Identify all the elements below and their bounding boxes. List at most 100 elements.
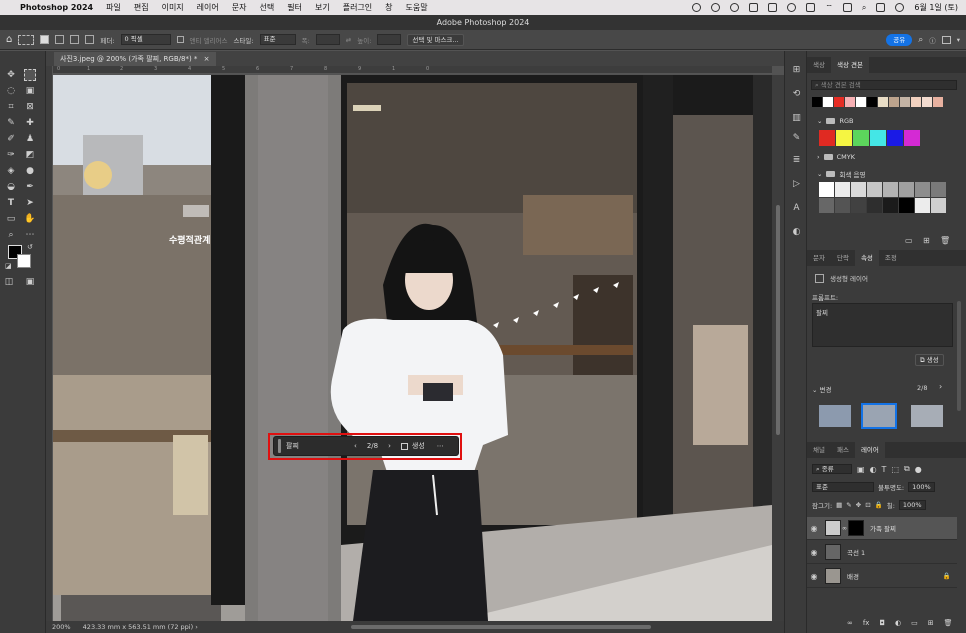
vertical-scroll-thumb[interactable]	[776, 205, 780, 435]
color-swatch[interactable]	[878, 97, 888, 107]
color-swatch[interactable]	[915, 182, 930, 197]
history-icon[interactable]: ⟲	[791, 89, 802, 100]
layer-row-selected[interactable]: ◉ ∞ 가족 팔찌	[807, 517, 957, 540]
color-swatch[interactable]	[835, 198, 850, 213]
history-brush-tool-icon[interactable]: ✑	[5, 149, 17, 161]
type-tool-icon[interactable]: T	[5, 197, 17, 209]
properties-scrollbar[interactable]	[957, 301, 961, 411]
color-swatch[interactable]	[887, 130, 903, 146]
swatch-group-gray[interactable]: ⌄ 회색 음영	[817, 169, 865, 179]
marquee-preset-icon[interactable]	[18, 34, 35, 45]
color-swatch[interactable]	[870, 130, 886, 146]
paint-bucket-tool-icon[interactable]: ◈	[5, 165, 17, 177]
lock-pixels-icon[interactable]: ✎	[846, 501, 851, 509]
eyedropper-tool-icon[interactable]: ✎	[5, 117, 17, 129]
tab-adjustments[interactable]: 조정	[879, 250, 903, 266]
menu-select[interactable]: 선택	[260, 2, 275, 13]
screen-icon[interactable]	[768, 3, 778, 12]
new-group-icon[interactable]: ▭	[905, 236, 913, 245]
clone-stamp-tool-icon[interactable]: ♟	[24, 133, 36, 145]
record-icon[interactable]	[692, 3, 702, 12]
swatches-search-input[interactable]: ⌕ 색상 견본 검색	[811, 80, 957, 90]
ctx-generate-button[interactable]: 생성	[412, 441, 425, 451]
swap-icon[interactable]: ⇄	[346, 36, 351, 44]
adjust-icon[interactable]: ≣	[791, 155, 802, 166]
select-and-mask-button[interactable]: 선택 및 마스크...	[407, 33, 464, 46]
variation-thumbnail-selected[interactable]	[861, 403, 897, 429]
antialias-checkbox[interactable]	[176, 36, 184, 43]
move-tool-icon[interactable]: ✥	[5, 69, 17, 81]
lasso-tool-icon[interactable]: ◌	[5, 85, 17, 97]
lock-all-icon[interactable]: 🔒	[875, 501, 883, 509]
quick-mask-icon[interactable]: ◫	[3, 276, 15, 288]
path-select-tool-icon[interactable]: ➤	[24, 197, 36, 209]
dodge-tool-icon[interactable]: ◒	[5, 181, 17, 193]
style-select[interactable]: 표준	[259, 34, 296, 45]
color-swatch[interactable]	[851, 182, 866, 197]
drag-handle[interactable]	[278, 439, 281, 453]
color-swatch[interactable]	[856, 97, 866, 107]
color-swatch[interactable]	[867, 182, 882, 197]
filter-toggle-icon[interactable]: ●	[915, 465, 922, 474]
zoom-level[interactable]: 200%	[52, 623, 71, 631]
swatch-group-rgb[interactable]: ⌄ RGB	[817, 117, 853, 125]
color-swatch[interactable]	[911, 97, 921, 107]
adjustment-layer-icon[interactable]: ◐	[895, 619, 901, 627]
visibility-eye-icon[interactable]: ◉	[807, 548, 821, 557]
input-source-icon[interactable]	[842, 3, 852, 12]
color-swatch[interactable]	[904, 130, 920, 146]
color-swatch[interactable]	[867, 97, 877, 107]
document-tab[interactable]: 사진3.jpeg @ 200% (가족 팔찌, RGB/8*) * ×	[54, 52, 216, 66]
color-swatch[interactable]	[819, 182, 834, 197]
variations-header[interactable]: ⌄ 변경	[812, 384, 831, 394]
next-variations-icon[interactable]: ›	[939, 382, 942, 391]
chat-icon[interactable]	[730, 3, 740, 12]
play-icon[interactable]	[787, 3, 797, 12]
rect-marquee-tool-icon[interactable]	[24, 69, 36, 81]
color-swatch[interactable]	[883, 198, 898, 213]
delete-layer-icon[interactable]: 🗑	[944, 619, 953, 627]
fx-icon[interactable]: fx	[863, 619, 870, 627]
prev-variation-icon[interactable]: ‹	[354, 442, 357, 450]
brush-settings-icon[interactable]: ✎	[791, 133, 802, 144]
siri-icon[interactable]	[895, 3, 905, 12]
default-colors-icon[interactable]: ◪	[5, 262, 12, 270]
actions-icon[interactable]: ▷	[791, 179, 802, 190]
histogram-icon[interactable]: ▥	[791, 113, 802, 124]
color-swatch[interactable]	[933, 97, 943, 107]
object-select-tool-icon[interactable]: ▣	[24, 85, 36, 97]
color-swatch[interactable]	[812, 97, 822, 107]
height-input[interactable]	[377, 34, 402, 45]
color-wheel-icon[interactable]: ◐	[791, 227, 802, 238]
subtract-selection-icon[interactable]	[70, 35, 80, 44]
swap-colors-icon[interactable]: ↺	[27, 243, 33, 251]
smart-filter-icon[interactable]: ⧉	[904, 464, 910, 474]
layer-row[interactable]: ◉ 곡선 1	[807, 541, 957, 564]
tab-layers[interactable]: 레이어	[854, 442, 885, 458]
prompt-textarea[interactable]: 팔찌	[812, 303, 953, 347]
menu-layer[interactable]: 레이어	[197, 2, 219, 13]
tab-channels[interactable]: 채널	[807, 442, 831, 458]
add-mask-icon[interactable]: ◘	[879, 619, 885, 627]
tab-swatches[interactable]: 색상 견본	[830, 57, 869, 73]
display-icon[interactable]	[749, 3, 759, 12]
crop-tool-icon[interactable]: ⌗	[5, 101, 17, 113]
generate-icon[interactable]	[400, 442, 408, 450]
add-selection-icon[interactable]	[55, 35, 65, 44]
menu-help[interactable]: 도움말	[406, 2, 428, 13]
horizontal-scroll-thumb[interactable]	[351, 625, 651, 629]
layer-kind-select[interactable]: ⌕ 종류	[812, 464, 852, 474]
document-canvas[interactable]: 수평적관계	[53, 75, 772, 621]
color-swatch[interactable]	[883, 182, 898, 197]
color-swatch[interactable]	[819, 130, 835, 146]
lock-transparent-icon[interactable]: ▦	[836, 501, 842, 509]
opacity-input[interactable]: 100%	[908, 482, 935, 492]
spotlight-icon[interactable]: ⌕	[862, 3, 866, 13]
menu-window[interactable]: 창	[385, 2, 392, 13]
menu-filter[interactable]: 필터	[287, 2, 302, 13]
new-selection-icon[interactable]	[40, 35, 50, 44]
new-group-icon[interactable]: ▭	[911, 619, 918, 627]
zoom-tool-icon[interactable]: ⌕	[5, 229, 17, 241]
tab-character[interactable]: 문자	[807, 250, 831, 266]
lock-artboard-icon[interactable]: ⊡	[865, 501, 870, 509]
